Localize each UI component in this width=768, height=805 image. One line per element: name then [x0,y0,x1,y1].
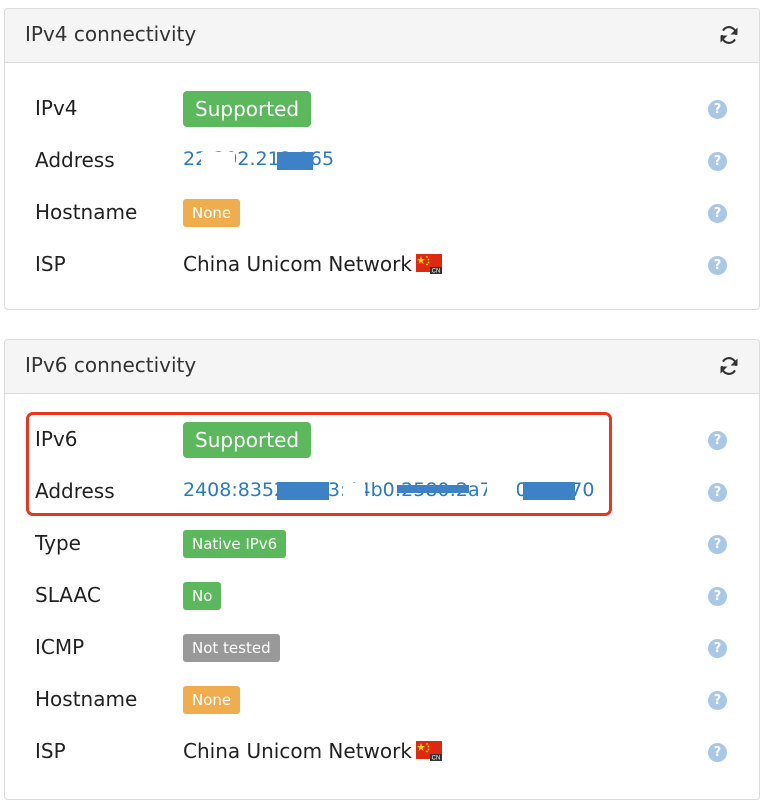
help-icon[interactable]: ? [708,100,727,119]
ipv6-hostname-label: Hostname [35,687,138,711]
help-icon[interactable]: ? [708,204,727,223]
help-icon[interactable]: ? [708,152,727,171]
redaction-mask [397,485,469,493]
ipv6-icmp-row: ICMP Not tested ? [5,622,759,674]
redaction-mask [487,482,517,500]
redaction-mask [201,152,235,170]
refresh-icon[interactable] [717,354,741,378]
ipv6-isp-name: China Unicom Network [183,739,412,763]
help-icon[interactable]: ? [708,691,727,710]
ipv4-supported-badge: Supported [183,91,312,127]
ipv4-panel: IPv4 connectivity IPv4 Supported ? Addre… [4,8,760,310]
ipv4-panel-title: IPv4 connectivity [25,22,197,46]
ipv6-slaac-label: SLAAC [35,583,101,607]
refresh-icon[interactable] [717,23,741,47]
ipv6-status-row: IPv6 Supported ? [5,414,759,466]
ipv4-status-row: IPv4 Supported ? [5,83,759,135]
ipv6-type-label: Type [35,531,81,555]
ipv6-isp-value: China Unicom Network CN [183,739,442,763]
ipv6-supported-badge: Supported [183,422,312,458]
ipv6-isp-row: ISP China Unicom Network CN ? [5,726,759,778]
help-icon[interactable]: ? [708,431,727,450]
ipv6-hostname-badge: None [183,686,241,714]
redaction-mask [523,482,575,500]
ipv4-address-label: Address [35,148,115,172]
redaction-mask [277,152,313,170]
ipv6-hostname-row: Hostname None ? [5,674,759,726]
flag-country-code: CN [432,269,441,274]
help-icon[interactable]: ? [708,483,727,502]
ipv6-icmp-badge: Not tested [183,634,280,662]
ipv6-panel-title: IPv6 connectivity [25,353,197,377]
ipv6-slaac-badge: No [183,582,222,610]
redaction-mask [343,483,365,501]
ipv6-slaac-row: SLAAC No ? [5,570,759,622]
ipv4-panel-header: IPv4 connectivity [5,9,759,63]
ipv6-panel: IPv6 connectivity IPv6 Supported ? Addre… [4,339,760,800]
ipv4-address-row: Address 22.202.212.165 ? [5,135,759,187]
ipv4-isp-value: China Unicom Network CN [183,252,442,276]
help-icon[interactable]: ? [708,535,727,554]
ipv4-status-label: IPv4 [35,96,78,120]
ipv4-hostname-badge: None [183,199,241,227]
flag-country-code: CN [432,756,441,761]
china-flag-icon: CN [415,741,442,761]
ipv4-hostname-row: Hostname None ? [5,187,759,239]
ipv4-isp-label: ISP [35,252,66,276]
ipv6-address-row: Address 2408:8352:4ae3:44b0:2580:2a7e807… [5,466,759,518]
ipv6-type-row: Type Native IPv6 ? [5,518,759,570]
ipv4-isp-row: ISP China Unicom Network CN ? [5,239,759,291]
ipv6-address-label: Address [35,479,115,503]
ipv4-isp-name: China Unicom Network [183,252,412,276]
ipv6-type-badge: Native IPv6 [183,530,287,558]
redaction-mask [277,482,329,500]
help-icon[interactable]: ? [708,639,727,658]
ipv6-icmp-label: ICMP [35,635,85,659]
ipv6-panel-header: IPv6 connectivity [5,340,759,394]
china-flag-icon: CN [415,254,442,274]
ipv6-isp-label: ISP [35,739,66,763]
help-icon[interactable]: ? [708,587,727,606]
ipv6-status-label: IPv6 [35,427,78,451]
help-icon[interactable]: ? [708,256,727,275]
help-icon[interactable]: ? [708,743,727,762]
ipv4-hostname-label: Hostname [35,200,138,224]
